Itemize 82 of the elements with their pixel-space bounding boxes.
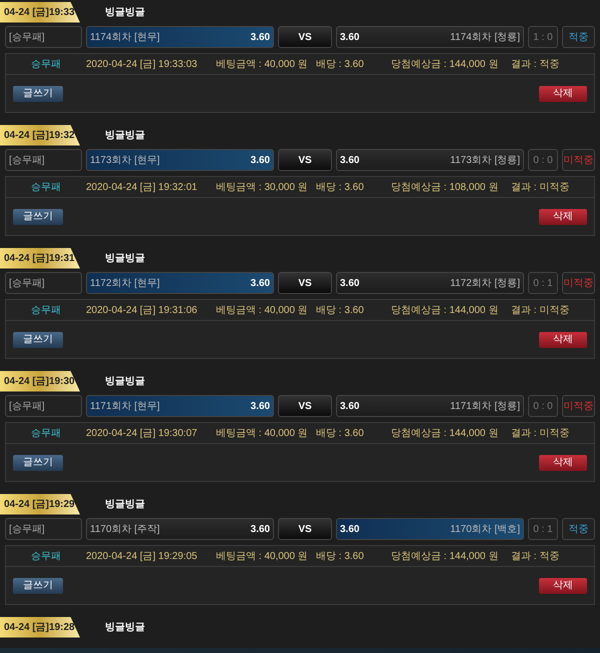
away-pick-button[interactable]: 3.60 1174회차 [청룡]: [336, 26, 524, 48]
home-pick-button[interactable]: 1172회차 [현무] 3.60: [86, 272, 274, 294]
bet-amount: 베팅금액 : 40,000 원: [216, 304, 309, 318]
vs-label: VS: [278, 26, 332, 48]
game-title: 빙글빙글: [105, 498, 145, 512]
delete-button[interactable]: 삭제: [539, 86, 587, 102]
delete-button[interactable]: 삭제: [539, 208, 587, 224]
result-text: 결과 : 적중: [511, 58, 560, 72]
write-button[interactable]: 글쓰기: [13, 578, 63, 594]
result-label: 미적중: [562, 149, 595, 171]
game-title: 빙글빙글: [105, 128, 145, 142]
away-pick-button[interactable]: 3.60 1173회차 [청룡]: [336, 149, 524, 171]
result-label: 적중: [562, 26, 595, 48]
bet-amount: 베팅금액 : 40,000 원: [216, 426, 309, 440]
odds: 배당 : 3.60: [316, 550, 365, 564]
expected-payout: 당첨예상금 : 144,000 원: [391, 304, 500, 318]
odds: 배당 : 3.60: [316, 304, 365, 318]
away-pick-button[interactable]: 3.60 1172회차 [청룡]: [336, 272, 524, 294]
vs-label: VS: [278, 149, 332, 171]
bet-time: 2020-04-24 [금] 19:29:05: [86, 550, 198, 564]
result-label: 미적중: [562, 395, 595, 417]
time-tag: 04-24 [금]19:32: [0, 124, 80, 146]
home-pick-button[interactable]: 1173회차 [현무] 3.60: [86, 149, 274, 171]
expected-payout: 당첨예상금 : 144,000 원: [391, 426, 500, 440]
delete-button[interactable]: 삭제: [539, 454, 587, 470]
delete-button[interactable]: 삭제: [539, 578, 587, 594]
odds: 배당 : 3.60: [316, 58, 365, 72]
score-label: 0 : 1: [528, 518, 558, 540]
game-type: 승무패: [30, 180, 62, 194]
odds: 배당 : 3.60: [316, 180, 365, 194]
result-text: 결과 : 적중: [511, 550, 560, 564]
vs-label: VS: [278, 272, 332, 294]
write-button[interactable]: 글쓰기: [13, 86, 63, 102]
game-type: 승무패: [30, 550, 62, 564]
game-type: 승무패: [30, 426, 62, 440]
delete-button[interactable]: 삭제: [539, 332, 587, 348]
result-label: 미적중: [562, 272, 595, 294]
bet-time: 2020-04-24 [금] 19:30:07: [86, 426, 198, 440]
game-title: 빙글빙글: [105, 252, 145, 266]
home-pick-button[interactable]: 1170회차 [주작] 3.60: [86, 518, 274, 540]
bet-time: 2020-04-24 [금] 19:31:06: [86, 304, 198, 318]
score-label: 1 : 0: [528, 26, 558, 48]
category-label: [승무패]: [5, 149, 82, 171]
vs-label: VS: [278, 395, 332, 417]
write-button[interactable]: 글쓰기: [13, 454, 63, 470]
home-pick-button[interactable]: 1171회차 [현무] 3.60: [86, 395, 274, 417]
expected-payout: 당첨예상금 : 144,000 원: [391, 58, 500, 72]
time-tag: 04-24 [금]19:31: [0, 248, 80, 268]
bet-amount: 베팅금액 : 40,000 원: [216, 550, 309, 564]
game-type: 승무패: [30, 58, 62, 72]
time-tag: 04-24 [금]19:30: [0, 370, 80, 392]
bet-time: 2020-04-24 [금] 19:33:03: [86, 58, 198, 72]
game-title: 빙글빙글: [105, 620, 145, 634]
write-button[interactable]: 글쓰기: [13, 208, 63, 224]
bet-time: 2020-04-24 [금] 19:32:01: [86, 180, 198, 194]
category-label: [승무패]: [5, 272, 82, 294]
category-label: [승무패]: [5, 395, 82, 417]
score-label: 0 : 0: [528, 149, 558, 171]
category-label: [승무패]: [5, 518, 82, 540]
expected-payout: 당첨예상금 : 144,000 원: [391, 550, 500, 564]
result-text: 결과 : 미적중: [511, 426, 570, 440]
home-pick-button[interactable]: 1174회차 [현무] 3.60: [86, 26, 274, 48]
bet-amount: 베팅금액 : 40,000 원: [216, 58, 309, 72]
result-text: 결과 : 미적중: [511, 304, 570, 318]
bet-amount: 베팅금액 : 30,000 원: [216, 180, 309, 194]
game-title: 빙글빙글: [105, 374, 145, 388]
expected-payout: 당첨예상금 : 108,000 원: [391, 180, 500, 194]
category-label: [승무패]: [5, 26, 82, 48]
result-label: 적중: [562, 518, 595, 540]
time-tag: 04-24 [금]19:28: [0, 616, 80, 638]
vs-label: VS: [278, 518, 332, 540]
time-tag: 04-24 [금]19:33: [0, 2, 80, 22]
write-button[interactable]: 글쓰기: [13, 332, 63, 348]
time-tag: 04-24 [금]19:29: [0, 494, 80, 514]
away-pick-button[interactable]: 3.60 1170회차 [백호]: [336, 518, 524, 540]
game-title: 빙글빙글: [105, 6, 145, 20]
odds: 배당 : 3.60: [316, 426, 365, 440]
away-pick-button[interactable]: 3.60 1171회차 [청룡]: [336, 395, 524, 417]
score-label: 0 : 1: [528, 272, 558, 294]
score-label: 0 : 0: [528, 395, 558, 417]
result-text: 결과 : 미적중: [511, 180, 570, 194]
game-type: 승무패: [30, 304, 62, 318]
